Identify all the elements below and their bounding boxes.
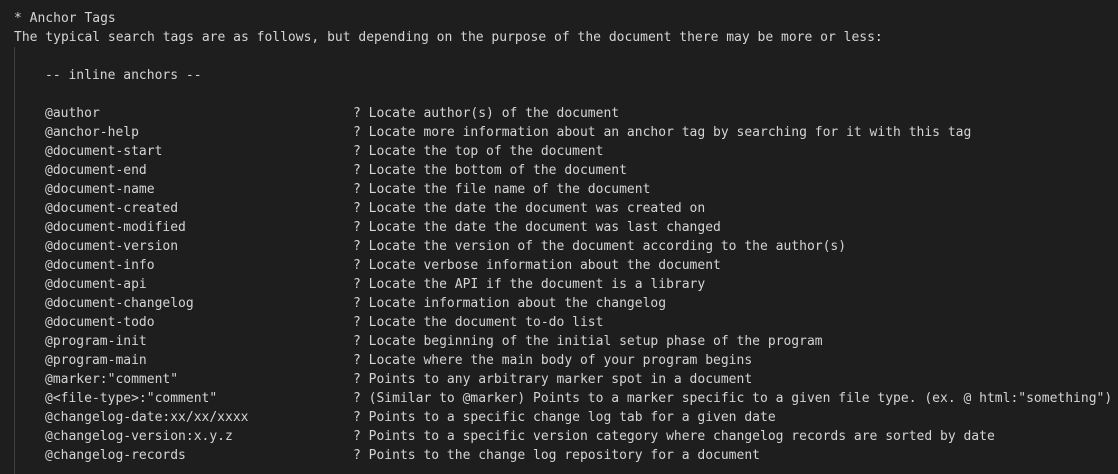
tag-name: @document-start — [45, 144, 163, 159]
tag-description: ? Locate information about the changelog — [353, 296, 667, 311]
tag-name: @author — [45, 106, 100, 121]
tag-description: ? Locate the date the document was creat… — [353, 201, 706, 216]
tag-name: @document-api — [45, 277, 147, 292]
tag-description: ? Locate more information about an ancho… — [353, 125, 972, 140]
tag-description: ? Points to the change log repository fo… — [353, 448, 760, 463]
tag-description: ? Points to a specific change log tab fo… — [353, 410, 776, 425]
tag-description: ? Locate where the main body of your pro… — [353, 353, 753, 368]
tag-description: ? (Similar to @marker) Points to a marke… — [353, 391, 1113, 406]
tag-description: ? Locate the version of the document acc… — [353, 239, 847, 254]
tag-row: @author ? Locate author(s) of the documen… — [45, 104, 1105, 123]
tag-row: @changelog-date:xx/xx/xxxx ? Points to a … — [45, 408, 1105, 427]
section-heading: * Anchor Tags — [14, 11, 116, 26]
tag-name: @anchor-help — [45, 125, 139, 140]
tag-description: ? Locate the date the document was last … — [353, 220, 721, 235]
tag-row: @document-version ? Locate the version of… — [45, 237, 1105, 256]
tag-description: ? Locate beginning of the initial setup … — [353, 334, 823, 349]
tag-name: @program-init — [45, 334, 147, 349]
tag-description: ? Locate the API if the document is a li… — [353, 277, 706, 292]
tag-name: @changelog-version:x.y.z — [45, 429, 233, 444]
tag-row: @changelog-version:x.y.z ? Points to a sp… — [45, 427, 1105, 446]
intro-text: The typical search tags are as follows, … — [14, 30, 883, 45]
tag-row: @changelog-records ? Points to the change… — [45, 446, 1105, 465]
tag-description: ? Locate the bottom of the document — [353, 163, 627, 178]
tag-name: @document-version — [45, 239, 179, 254]
tag-name: @document-created — [45, 201, 179, 216]
tag-description: ? Locate author(s) of the document — [353, 106, 620, 121]
tag-row: @document-todo ? Locate the document to-d… — [45, 313, 1105, 332]
tag-name: @document-info — [45, 258, 155, 273]
indent-guide — [14, 47, 15, 474]
tag-description: ? Locate the top of the document — [353, 144, 604, 159]
tag-name: @document-end — [45, 163, 147, 178]
tag-name: @document-todo — [45, 315, 155, 330]
tag-name: @changelog-date:xx/xx/xxxx — [45, 410, 249, 425]
tag-description: ? Points to a specific version category … — [353, 429, 995, 444]
tag-row: @<file-type>:"comment" ? (Similar to @mar… — [45, 389, 1112, 408]
tag-row: @document-api ? Locate the API if the doc… — [45, 275, 1105, 294]
tag-name: @document-changelog — [45, 296, 194, 311]
tag-description: ? Points to any arbitrary marker spot in… — [353, 372, 753, 387]
tag-name: @changelog-records — [45, 448, 186, 463]
tag-row: @program-main ? Locate where the main bod… — [45, 351, 1105, 370]
tag-name: @marker:"comment" — [45, 372, 179, 387]
tag-row: @document-modified ? Locate the date the … — [45, 218, 1105, 237]
tag-row: @document-start ? Locate the top of the d… — [45, 142, 1105, 161]
tag-name: @document-modified — [45, 220, 186, 235]
tag-row: @document-info ? Locate verbose informati… — [45, 256, 1105, 275]
tag-name: @program-main — [45, 353, 147, 368]
tag-row: @marker:"comment" ? Points to any arbitra… — [45, 370, 1105, 389]
tag-row: @document-name ? Locate the file name of … — [45, 180, 1105, 199]
tag-row: @document-end ? Locate the bottom of the … — [45, 161, 1105, 180]
tag-description: ? Locate the document to-do list — [353, 315, 604, 330]
tag-name: @<file-type>:"comment" — [45, 391, 218, 406]
tag-row: @document-changelog ? Locate information … — [45, 294, 1105, 313]
tag-description: ? Locate the file name of the document — [353, 182, 651, 197]
tag-row: @anchor-help ? Locate more information ab… — [45, 123, 1105, 142]
text-editor[interactable]: * Anchor Tags The typical search tags ar… — [0, 0, 1118, 474]
subsection-title: -- inline anchors -- — [45, 68, 202, 83]
tag-row: @document-created ? Locate the date the d… — [45, 199, 1105, 218]
tag-name: @document-name — [45, 182, 155, 197]
tag-row: @program-init ? Locate beginning of the i… — [45, 332, 1105, 351]
tag-description: ? Locate verbose information about the d… — [353, 258, 721, 273]
